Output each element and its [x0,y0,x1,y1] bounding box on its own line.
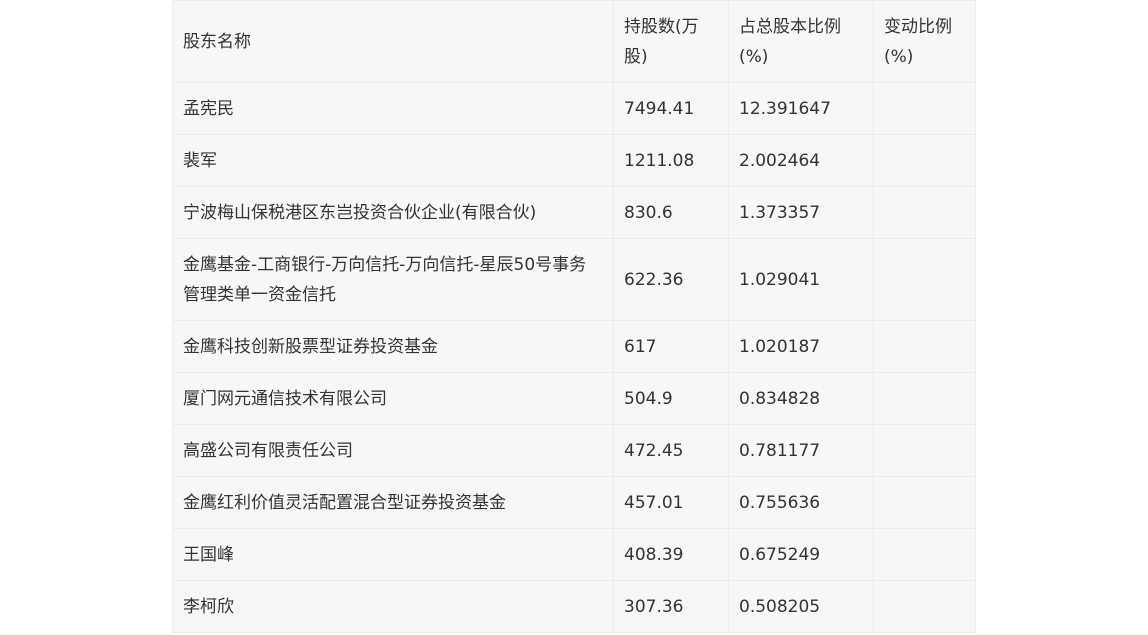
cell-shares-held: 408.39 [613,528,729,581]
cell-change-ratio [873,320,976,373]
cell-change-ratio [873,372,976,425]
cell-shareholder-name: 高盛公司有限责任公司 [172,424,614,477]
cell-shareholder-name: 金鹰科技创新股票型证券投资基金 [172,320,614,373]
table-row: 厦门网元通信技术有限公司 504.9 0.834828 [172,372,976,425]
cell-shares-held: 504.9 [613,372,729,425]
cell-share-ratio: 0.781177 [728,424,874,477]
table-row: 金鹰科技创新股票型证券投资基金 617 1.020187 [172,320,976,373]
cell-change-ratio [873,424,976,477]
cell-share-ratio: 1.029041 [728,238,874,321]
header-shareholder-name: 股东名称 [172,0,614,83]
cell-shareholder-name: 李柯欣 [172,580,614,633]
table-row: 裴军 1211.08 2.002464 [172,134,976,187]
cell-share-ratio: 0.675249 [728,528,874,581]
cell-shareholder-name: 金鹰红利价值灵活配置混合型证券投资基金 [172,476,614,529]
cell-shares-held: 1211.08 [613,134,729,187]
cell-change-ratio [873,186,976,239]
header-shares-held: 持股数(万股) [613,0,729,83]
header-change-ratio: 变动比例(%) [873,0,976,83]
table-row: 宁波梅山保税港区东岂投资合伙企业(有限合伙) 830.6 1.373357 [172,186,976,239]
cell-change-ratio [873,134,976,187]
table-row: 王国峰 408.39 0.675249 [172,528,976,581]
cell-change-ratio [873,238,976,321]
cell-shareholder-name: 王国峰 [172,528,614,581]
table-header-row: 股东名称 持股数(万股) 占总股本比例(%) 变动比例(%) [172,0,976,83]
cell-shares-held: 307.36 [613,580,729,633]
cell-share-ratio: 2.002464 [728,134,874,187]
cell-share-ratio: 1.373357 [728,186,874,239]
cell-shareholder-name: 宁波梅山保税港区东岂投资合伙企业(有限合伙) [172,186,614,239]
cell-shares-held: 457.01 [613,476,729,529]
header-share-ratio: 占总股本比例(%) [728,0,874,83]
cell-shareholder-name: 厦门网元通信技术有限公司 [172,372,614,425]
cell-shares-held: 622.36 [613,238,729,321]
table-row: 孟宪民 7494.41 12.391647 [172,82,976,135]
cell-shareholder-name: 金鹰基金-工商银行-万向信托-万向信托-星辰50号事务管理类单一资金信托 [172,238,614,321]
cell-shares-held: 830.6 [613,186,729,239]
cell-share-ratio: 0.755636 [728,476,874,529]
table-row: 李柯欣 307.36 0.508205 [172,580,976,633]
cell-share-ratio: 0.508205 [728,580,874,633]
cell-shareholder-name: 孟宪民 [172,82,614,135]
cell-change-ratio [873,82,976,135]
cell-shareholder-name: 裴军 [172,134,614,187]
cell-shares-held: 617 [613,320,729,373]
cell-share-ratio: 1.020187 [728,320,874,373]
cell-change-ratio [873,580,976,633]
cell-share-ratio: 12.391647 [728,82,874,135]
cell-change-ratio [873,476,976,529]
shareholder-table: 股东名称 持股数(万股) 占总股本比例(%) 变动比例(%) 孟宪民 7494.… [172,0,976,633]
table-row: 高盛公司有限责任公司 472.45 0.781177 [172,424,976,477]
cell-share-ratio: 0.834828 [728,372,874,425]
cell-change-ratio [873,528,976,581]
shareholder-table-container: 股东名称 持股数(万股) 占总股本比例(%) 变动比例(%) 孟宪民 7494.… [172,0,976,633]
table-row: 金鹰红利价值灵活配置混合型证券投资基金 457.01 0.755636 [172,476,976,529]
cell-shares-held: 7494.41 [613,82,729,135]
cell-shares-held: 472.45 [613,424,729,477]
table-row: 金鹰基金-工商银行-万向信托-万向信托-星辰50号事务管理类单一资金信托 622… [172,238,976,321]
